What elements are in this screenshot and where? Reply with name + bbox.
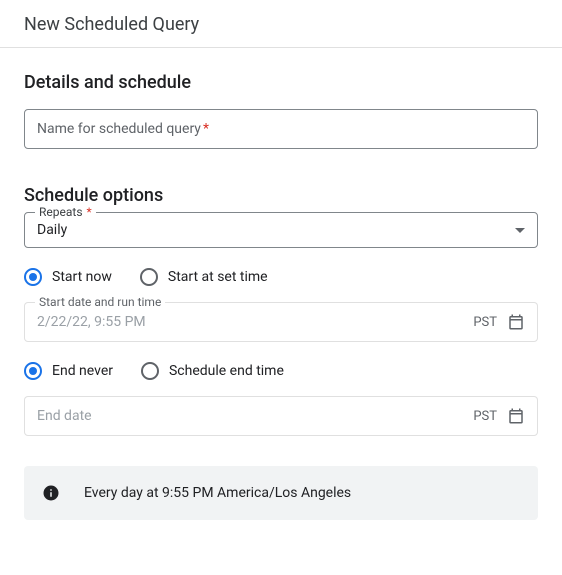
panel-header: New Scheduled Query	[0, 0, 562, 48]
start-date-input[interactable]: Start date and run time 2/22/22, 9:55 PM…	[24, 302, 538, 342]
panel-content: Details and schedule Name for scheduled …	[0, 48, 562, 520]
start-date-value: 2/22/22, 9:55 PM	[37, 314, 465, 330]
radio-circle-icon	[24, 268, 42, 286]
section-schedule-title: Schedule options	[24, 185, 538, 206]
calendar-icon[interactable]	[507, 407, 525, 425]
radio-start-now[interactable]: Start now	[24, 268, 112, 286]
timezone-suffix: PST	[473, 315, 497, 330]
timezone-suffix: PST	[473, 409, 497, 424]
repeats-select[interactable]: Repeats * Daily	[24, 212, 538, 248]
input-placeholder: Name for scheduled query*	[37, 121, 209, 137]
calendar-icon[interactable]	[507, 313, 525, 331]
section-details-title: Details and schedule	[24, 72, 538, 93]
end-date-placeholder: End date	[37, 408, 465, 424]
repeats-value: Daily	[37, 222, 515, 238]
radio-label: End never	[52, 363, 113, 379]
radio-start-set-time[interactable]: Start at set time	[140, 268, 268, 286]
radio-label: Start at set time	[168, 269, 268, 285]
chevron-down-icon	[515, 228, 525, 233]
info-icon	[42, 484, 60, 502]
panel-title: New Scheduled Query	[24, 14, 199, 35]
end-radio-group: End never Schedule end time	[24, 362, 538, 380]
radio-circle-icon	[141, 362, 159, 380]
end-date-input[interactable]: End date PST	[24, 396, 538, 436]
start-date-label: Start date and run time	[35, 295, 165, 309]
scheduled-query-name-input[interactable]: Name for scheduled query*	[24, 109, 538, 149]
radio-end-set-time[interactable]: Schedule end time	[141, 362, 284, 380]
schedule-summary-banner: Every day at 9:55 PM America/Los Angeles	[24, 466, 538, 520]
radio-label: Schedule end time	[169, 363, 284, 379]
schedule-summary-text: Every day at 9:55 PM America/Los Angeles	[84, 485, 351, 501]
radio-circle-icon	[24, 362, 42, 380]
radio-circle-icon	[140, 268, 158, 286]
start-radio-group: Start now Start at set time	[24, 268, 538, 286]
radio-label: Start now	[52, 269, 112, 285]
repeats-label: Repeats *	[35, 205, 96, 219]
radio-end-never[interactable]: End never	[24, 362, 113, 380]
